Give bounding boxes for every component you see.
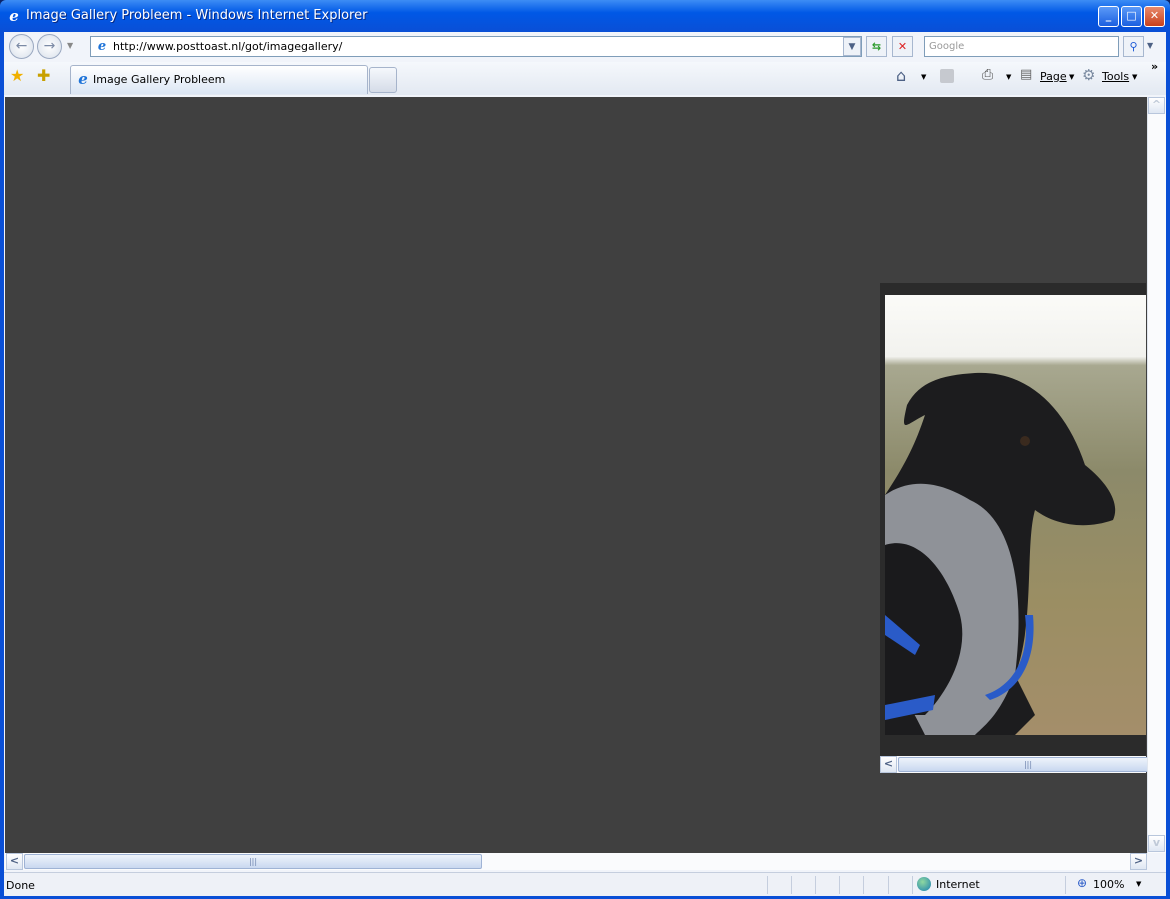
print-dropdown-icon[interactable]: ▼ — [1006, 73, 1011, 81]
page-dropdown-icon[interactable]: ▼ — [1069, 73, 1074, 81]
add-favorites-icon[interactable]: ✚ — [37, 66, 50, 85]
toolbar-overflow-chevron[interactable]: » — [1151, 60, 1158, 73]
maximize-button[interactable]: □ — [1121, 6, 1142, 27]
minimize-button[interactable]: _ — [1098, 6, 1119, 27]
vertical-scrollbar[interactable]: ^ v — [1147, 97, 1166, 853]
zoom-dropdown-icon[interactable]: ▼ — [1136, 880, 1141, 888]
gallery-scroll-left-button[interactable]: < — [880, 756, 897, 773]
scroll-down-button[interactable]: v — [1148, 835, 1165, 852]
zoom-level[interactable]: 100% — [1093, 878, 1124, 891]
tools-dropdown-icon[interactable]: ▼ — [1132, 73, 1137, 81]
back-button[interactable]: ← — [9, 34, 34, 59]
page-menu[interactable]: Page — [1040, 70, 1067, 83]
internet-globe-icon — [917, 877, 931, 891]
print-icon[interactable]: ⎙ — [982, 67, 993, 83]
rss-feed-icon[interactable] — [940, 69, 954, 83]
page-icon-toolbar: ▤ — [1020, 67, 1033, 82]
status-divider — [863, 876, 864, 894]
address-bar[interactable]: e http://www.posttoast.nl/got/imagegalle… — [90, 36, 862, 57]
scroll-right-button[interactable]: > — [1130, 853, 1147, 870]
status-text: Done — [6, 879, 35, 892]
zoom-icon[interactable]: ⊕ — [1077, 876, 1087, 890]
gallery-photo-dog — [885, 295, 1146, 735]
status-divider — [791, 876, 792, 894]
status-divider — [1065, 876, 1066, 894]
horizontal-scrollbar[interactable]: < ||| > — [5, 853, 1147, 870]
close-button[interactable]: ✕ — [1144, 6, 1165, 27]
security-zone-label: Internet — [936, 878, 980, 891]
status-divider — [888, 876, 889, 894]
home-icon[interactable]: ⌂ — [896, 66, 906, 85]
home-dropdown-icon[interactable]: ▼ — [921, 73, 926, 81]
tools-menu[interactable]: Tools — [1102, 70, 1129, 83]
gear-icon: ⚙ — [1082, 66, 1096, 84]
tab-ie-icon: e — [78, 70, 88, 88]
window-title: Image Gallery Probleem - Windows Interne… — [26, 8, 368, 23]
forward-button[interactable]: → — [37, 34, 62, 59]
tab-image-gallery[interactable]: e Image Gallery Probleem — [70, 65, 368, 94]
horizontal-scroll-thumb[interactable]: ||| — [24, 854, 482, 869]
search-icon[interactable]: ⚲ — [1123, 36, 1144, 57]
search-input[interactable]: Google — [924, 36, 1119, 57]
status-divider — [815, 876, 816, 894]
address-dropdown-button[interactable]: ▼ — [843, 37, 861, 56]
url-text: http://www.posttoast.nl/got/imagegallery… — [113, 40, 343, 53]
status-divider — [839, 876, 840, 894]
refresh-button[interactable]: ⇆ — [866, 36, 887, 57]
favorites-star-icon[interactable]: ★ — [10, 66, 24, 85]
tab-label: Image Gallery Probleem — [93, 73, 226, 86]
status-bar: Done — [4, 872, 1166, 896]
search-options-icon[interactable]: ▼ — [1147, 41, 1153, 50]
status-divider — [912, 876, 913, 894]
history-dropdown-icon[interactable]: ▼ — [67, 41, 73, 50]
status-divider — [767, 876, 768, 894]
new-tab-button[interactable] — [369, 67, 397, 93]
scroll-up-button[interactable]: ^ — [1148, 97, 1165, 114]
scroll-left-button[interactable]: < — [6, 853, 23, 870]
stop-button[interactable]: ✕ — [892, 36, 913, 57]
page-icon: e — [97, 39, 107, 54]
ie-logo-icon: e — [9, 7, 19, 25]
gallery-horizontal-scrollbar[interactable]: < ||| — [880, 756, 1158, 773]
gallery-scroll-thumb[interactable]: ||| — [898, 757, 1158, 772]
